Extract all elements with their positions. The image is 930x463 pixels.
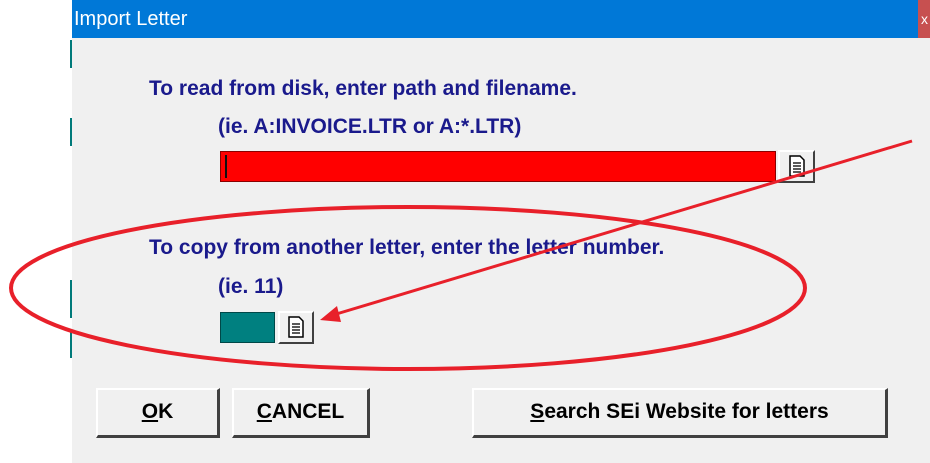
- copy-example-label: (ie. 11): [218, 275, 284, 298]
- ok-mnemonic: O: [141, 400, 159, 423]
- import-letter-dialog: Import Letter x To read from disk, enter…: [72, 0, 930, 463]
- text-cursor: [225, 155, 227, 178]
- cancel-button[interactable]: CANCEL: [232, 388, 370, 438]
- disk-example-label: (ie. A:INVOICE.LTR or A:*.LTR): [218, 115, 522, 138]
- ok-button[interactable]: OK: [96, 388, 220, 438]
- browse-file-button[interactable]: [778, 150, 815, 183]
- cancel-label: ANCEL: [271, 400, 345, 423]
- search-website-button[interactable]: Search SEi Website for letters: [472, 388, 888, 438]
- letter-number-input[interactable]: [220, 312, 275, 343]
- copy-instruction-label: To copy from another letter, enter the l…: [149, 236, 665, 259]
- search-mnemonic: S: [530, 400, 545, 423]
- path-filename-input[interactable]: [220, 151, 776, 182]
- document-icon: [288, 316, 304, 338]
- title-bar: Import Letter x: [72, 0, 930, 38]
- browse-letter-button[interactable]: [278, 311, 314, 344]
- background-window-strip: [0, 0, 72, 463]
- close-button[interactable]: x: [918, 0, 930, 38]
- cancel-mnemonic: C: [256, 400, 272, 423]
- dialog-title: Import Letter: [74, 8, 188, 30]
- ok-label: K: [158, 400, 174, 423]
- search-label: earch SEi Website for letters: [544, 400, 829, 423]
- document-icon: [788, 155, 805, 177]
- disk-instruction-label: To read from disk, enter path and filena…: [149, 77, 577, 100]
- close-icon: x: [921, 11, 928, 27]
